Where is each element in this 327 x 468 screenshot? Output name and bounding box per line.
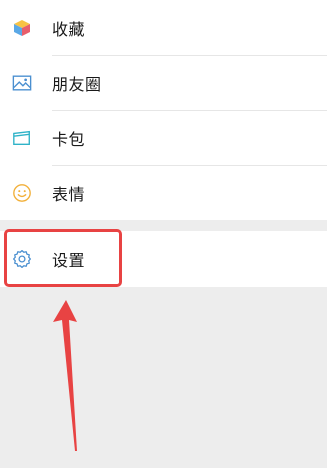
annotation-arrow <box>53 300 77 451</box>
